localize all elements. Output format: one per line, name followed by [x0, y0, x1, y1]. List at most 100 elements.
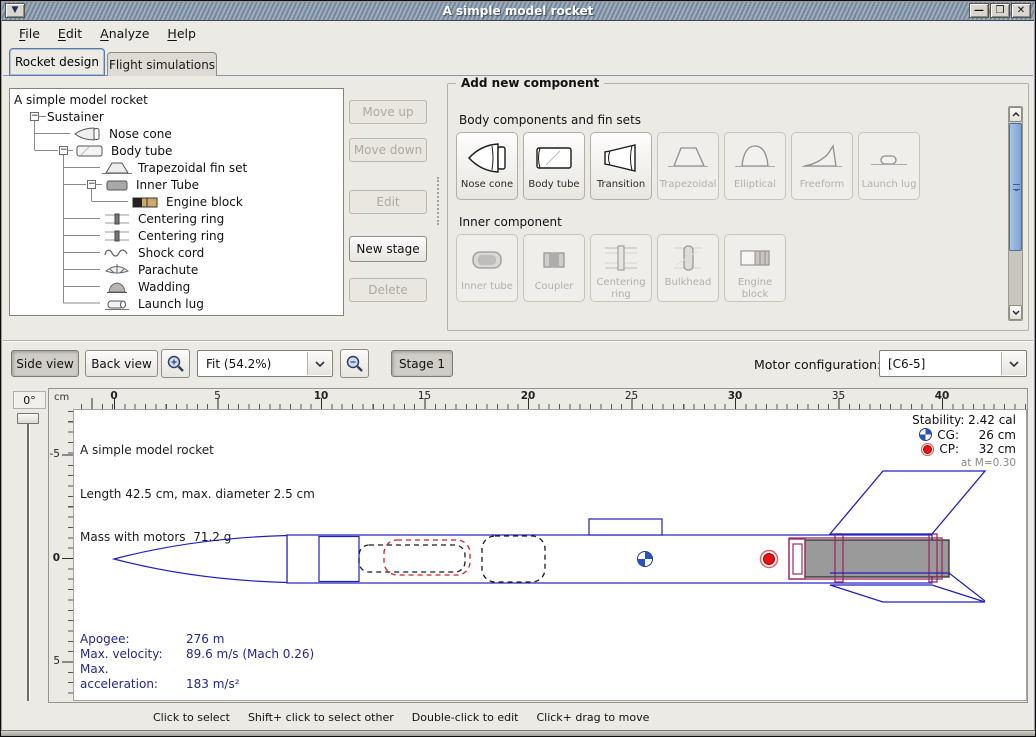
scroll-up-button[interactable] [1009, 107, 1022, 122]
vertical-ruler: -5 0 5 [49, 409, 73, 701]
tree-item-engine-block[interactable]: Engine block [130, 193, 243, 210]
tree-item-sustainer[interactable]: Sustainer [47, 108, 104, 125]
tab-bar: Rocket design Flight simulations [3, 44, 1033, 76]
add-launch-lug-button[interactable]: Launch lug [858, 132, 920, 200]
scrollbar-thumb[interactable] [1009, 123, 1022, 251]
zoom-level-value: Fit (54.2%) [206, 357, 271, 371]
component-button-label: Launch lug [860, 179, 919, 191]
tree-item-parachute[interactable]: Parachute [102, 261, 198, 278]
expander-body-tube[interactable]: − [59, 146, 68, 155]
close-button[interactable]: ✕ [1011, 3, 1031, 18]
edit-button[interactable]: Edit [349, 190, 427, 214]
ruler-tick-label: 5 [53, 655, 60, 667]
expander-sustainer[interactable]: − [30, 112, 39, 121]
tree-label: Nose cone [109, 127, 172, 141]
max-velocity-value: 89.6 m/s (Mach 0.26) [186, 647, 314, 661]
zoom-in-button[interactable] [161, 349, 190, 378]
add-elliptical-fin-button[interactable]: Elliptical [724, 132, 786, 200]
window-bottom-edge [1, 730, 1035, 736]
tree-item-nose-cone[interactable]: Nose cone [73, 125, 172, 142]
flight-data-block: Apogee:276 m Max. velocity:89.6 m/s (Mac… [80, 632, 314, 692]
cp-value: 32 cm [964, 442, 1016, 456]
centering-ring-icon [599, 240, 643, 276]
add-centering-ring-button[interactable]: Centering ring [590, 234, 652, 302]
expander-inner-tube[interactable]: − [87, 180, 96, 189]
tree-label: Trapezoidal fin set [138, 161, 247, 175]
tree-label: Parachute [138, 263, 198, 277]
maximize-button[interactable]: ❒ [990, 3, 1010, 18]
max-acceleration-label: Max. acceleration: [80, 662, 186, 692]
component-button-label: Elliptical [732, 179, 778, 191]
scroll-down-button[interactable] [1009, 305, 1022, 320]
panel-divider[interactable] [437, 177, 440, 225]
combo-arrow [307, 352, 331, 375]
tree-item-trapezoidal-fin-set[interactable]: Trapezoidal fin set [102, 159, 247, 176]
zoom-out-button[interactable] [340, 349, 369, 378]
hint-drag: Click+ drag to move [536, 711, 649, 724]
tree-label: Centering ring [138, 212, 224, 226]
minimize-button[interactable]: — [969, 3, 989, 18]
ruler-tick-label: 5 [214, 390, 221, 402]
mach-condition-text: at M=0.30 [961, 457, 1016, 469]
zoom-level-combobox[interactable]: Fit (54.2%) [197, 350, 333, 377]
tree-root-label: A simple model rocket [14, 93, 148, 107]
engine-block-icon [733, 240, 777, 276]
tree-item-inner-tube[interactable]: Inner Tube [104, 176, 199, 193]
launch-lug-shape[interactable] [589, 519, 662, 535]
tree-root[interactable]: A simple model rocket [14, 91, 148, 108]
tree-item-body-tube[interactable]: Body tube [75, 142, 172, 159]
fin-lower-shape[interactable] [830, 585, 985, 602]
back-view-button[interactable]: Back view [85, 350, 158, 377]
add-engine-block-button[interactable]: Engine block [724, 234, 786, 302]
add-body-tube-button[interactable]: Body tube [523, 132, 585, 200]
add-nose-cone-button[interactable]: Nose cone [456, 132, 518, 200]
status-bar: Click to select Shift+ click to select o… [3, 704, 1033, 730]
ruler-tick-label: 35 [832, 390, 845, 402]
component-button-label: Body tube [526, 179, 581, 191]
rotation-slider-track[interactable] [27, 417, 30, 701]
add-inner-tube-button[interactable]: Inner tube [456, 234, 518, 302]
tree-item-centering-ring[interactable]: Centering ring [102, 227, 224, 244]
menu-help-mnemonic: H [167, 26, 176, 41]
move-up-button[interactable]: Move up [349, 100, 427, 124]
apogee-label: Apogee: [80, 632, 186, 647]
stability-block: Stability: 2.42 cal CG: 26 cm CP: 32 cm … [912, 413, 1016, 470]
add-transition-button[interactable]: Transition [590, 132, 652, 200]
component-panel-scrollbar[interactable] [1008, 106, 1023, 321]
motor-configuration-combobox[interactable]: [C6-5] [879, 350, 1027, 377]
tree-label: Body tube [111, 144, 172, 158]
rocket-name-text: A simple model rocket [80, 443, 315, 458]
new-stage-button[interactable]: New stage [349, 236, 427, 262]
add-bulkhead-button[interactable]: Bulkhead [657, 234, 719, 302]
tree-item-shock-cord[interactable]: Shock cord [102, 244, 204, 261]
rotation-slider-thumb[interactable] [17, 413, 39, 424]
fin-upper-shape[interactable] [830, 471, 985, 534]
add-coupler-button[interactable]: Coupler [523, 234, 585, 302]
tab-rocket-design[interactable]: Rocket design [9, 48, 105, 76]
rocket-figure-canvas[interactable]: A simple model rocket Length 42.5 cm, ma… [73, 409, 1027, 701]
add-freeform-fin-button[interactable]: Freeform [791, 132, 853, 200]
menu-help[interactable]: Help [159, 24, 204, 43]
menu-file[interactable]: File [11, 24, 48, 43]
menu-edit[interactable]: Edit [50, 24, 90, 43]
menu-analyze[interactable]: Analyze [92, 24, 157, 43]
add-trapezoidal-fin-button[interactable]: Trapezoidal [657, 132, 719, 200]
tab-flight-simulations[interactable]: Flight simulations [107, 52, 217, 76]
magnifier-plus-icon [166, 354, 185, 373]
stage-1-toggle[interactable]: Stage 1 [391, 350, 453, 377]
side-view-button[interactable]: Side view [11, 350, 79, 377]
tree-item-centering-ring[interactable]: Centering ring [102, 210, 224, 227]
tree-label: Inner Tube [136, 178, 199, 192]
transition-icon [599, 138, 643, 178]
delete-button[interactable]: Delete [349, 278, 427, 302]
combo-arrow [1001, 352, 1025, 375]
nose-cone-icon [73, 126, 103, 142]
component-tree[interactable]: − − − A simple model rocket Sustainer No… [9, 88, 344, 316]
magnifier-minus-icon [345, 354, 364, 373]
tree-label: Centering ring [138, 229, 224, 243]
move-down-button[interactable]: Move down [349, 138, 427, 162]
tree-label: Engine block [166, 195, 243, 209]
tree-item-launch-lug[interactable]: Launch lug [102, 295, 204, 312]
cg-icon [919, 428, 932, 441]
tree-item-wadding[interactable]: Wadding [102, 278, 190, 295]
